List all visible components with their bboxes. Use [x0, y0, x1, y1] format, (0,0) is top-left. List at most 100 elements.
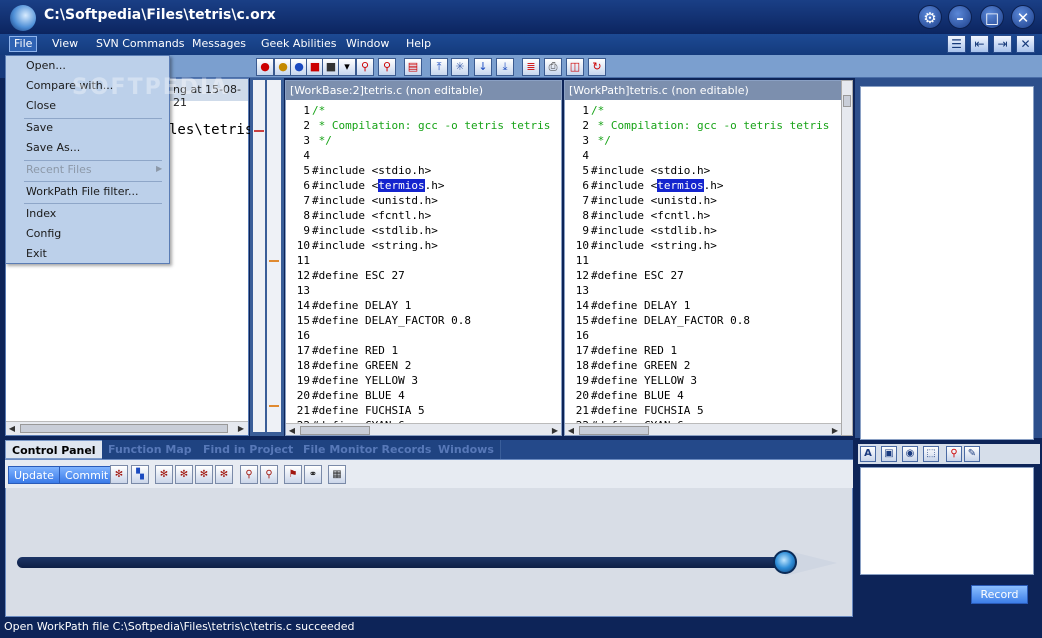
- screenshot-icon[interactable]: ⬚: [923, 446, 939, 462]
- menu-item-close[interactable]: Close: [26, 99, 56, 112]
- search-red-2-icon[interactable]: ⚲: [260, 465, 278, 484]
- layout-right-icon[interactable]: ⇥: [993, 35, 1012, 53]
- scroll-left-icon[interactable]: ◀: [565, 424, 577, 435]
- workbase-code-pane[interactable]: [WorkBase:2]tetris.c (non editable) 1/* 2…: [285, 80, 562, 436]
- line-number: 12: [296, 269, 310, 282]
- line-number: 6: [582, 179, 589, 192]
- svn-action-2-icon[interactable]: ▚: [131, 465, 149, 484]
- layout-close-icon[interactable]: ✕: [1016, 35, 1035, 53]
- next-diff-icon[interactable]: ↓: [474, 58, 492, 76]
- first-diff-icon[interactable]: ⤒: [430, 58, 448, 76]
- tab-function-map[interactable]: Function Map: [102, 440, 199, 459]
- menu-item-save-as[interactable]: Save As...: [26, 141, 80, 154]
- scroll-right-icon[interactable]: ▶: [235, 422, 247, 435]
- menu-item-open[interactable]: Open...: [26, 59, 66, 72]
- right-info-area[interactable]: [860, 86, 1034, 440]
- code-line: 16: [286, 328, 561, 343]
- timeline-knob[interactable]: [773, 550, 797, 574]
- svn-action-3-icon[interactable]: ✻: [155, 465, 173, 484]
- svn-action-1-icon[interactable]: ✻: [110, 465, 128, 484]
- code-line: 7 #include <unistd.h>: [565, 193, 841, 208]
- layout-left-icon[interactable]: ⇤: [970, 35, 989, 53]
- svn-action-5-icon[interactable]: ✻: [195, 465, 213, 484]
- diff-overview-base[interactable]: [253, 80, 265, 432]
- split-icon[interactable]: ◫: [566, 58, 584, 76]
- refresh-icon[interactable]: ↻: [588, 58, 606, 76]
- scroll-thumb[interactable]: [579, 426, 649, 435]
- workpath-hscrollbar[interactable]: ◀ ▶: [565, 423, 841, 435]
- maximize-icon[interactable]: □: [980, 5, 1004, 29]
- tab-windows[interactable]: Windows: [432, 440, 501, 459]
- code-line: 21 #define FUCHSIA 5: [286, 403, 561, 418]
- line-text: #include <string.h>: [591, 239, 717, 252]
- tab-find-in-project[interactable]: Find in Project: [197, 440, 301, 459]
- menu-item-config[interactable]: Config: [26, 227, 61, 240]
- menu-svn-commands[interactable]: SVN Commands: [96, 37, 185, 50]
- search-red-icon[interactable]: ⚲: [240, 465, 258, 484]
- print-icon[interactable]: ⎙: [544, 58, 562, 76]
- menu-item-save[interactable]: Save: [26, 121, 53, 134]
- line-number: 13: [296, 284, 310, 297]
- word-icon[interactable]: ●: [256, 58, 274, 76]
- line-number: 14: [296, 299, 310, 312]
- close-icon[interactable]: ✕: [1011, 5, 1035, 29]
- dropdown-icon[interactable]: ▾: [338, 58, 356, 76]
- line-number: 3: [303, 134, 310, 147]
- code-line: 8 #include <fcntl.h>: [286, 208, 561, 223]
- minimize-icon[interactable]: –: [948, 5, 972, 29]
- list-icon[interactable]: ≣: [522, 58, 540, 76]
- camera-icon[interactable]: ◉: [902, 446, 918, 462]
- font-icon[interactable]: A: [860, 446, 876, 462]
- timeline-track[interactable]: [17, 557, 787, 568]
- menu-item-workpath-file-filter[interactable]: WorkPath File filter...: [26, 185, 139, 198]
- menu-file[interactable]: File: [9, 36, 38, 52]
- menu-geek-abilities[interactable]: Geek Abilities: [261, 37, 336, 50]
- notes-area[interactable]: [860, 467, 1034, 575]
- find-next-icon[interactable]: ⚲: [378, 58, 396, 76]
- scroll-left-icon[interactable]: ◀: [286, 424, 298, 435]
- menu-view[interactable]: View: [52, 37, 78, 50]
- spark-icon[interactable]: ✳: [451, 58, 469, 76]
- record-button[interactable]: Record: [971, 585, 1028, 604]
- link-icon[interactable]: ⚭: [304, 465, 322, 484]
- code-vscrollbar[interactable]: [841, 80, 853, 436]
- pin-icon[interactable]: ⚲: [946, 446, 962, 462]
- gear-icon[interactable]: ⚙: [918, 5, 942, 29]
- line-number: 9: [582, 224, 589, 237]
- menu-item-index[interactable]: Index: [26, 207, 56, 220]
- line-number: 11: [575, 254, 589, 267]
- diff-overview-path[interactable]: [267, 80, 281, 432]
- layout-rows-icon[interactable]: ☰: [947, 35, 966, 53]
- workbase-hscrollbar[interactable]: ◀ ▶: [286, 423, 561, 435]
- workpath-code-pane[interactable]: [WorkPath]tetris.c (non editable) 1/* 2 *…: [564, 80, 842, 436]
- svn-action-4-icon[interactable]: ✻: [175, 465, 193, 484]
- tree-hscrollbar[interactable]: ◀ ▶: [6, 421, 248, 435]
- scroll-thumb[interactable]: [843, 95, 851, 107]
- tab-file-monitor-records[interactable]: File Monitor Records: [297, 440, 439, 459]
- commit-button[interactable]: Commit: [59, 466, 115, 484]
- update-button[interactable]: Update: [8, 466, 60, 484]
- scroll-left-icon[interactable]: ◀: [6, 422, 18, 435]
- line-number: 18: [296, 359, 310, 372]
- menu-help[interactable]: Help: [406, 37, 431, 50]
- calendar-icon[interactable]: ▦: [328, 465, 346, 484]
- line-number: 10: [575, 239, 589, 252]
- menu-item-exit[interactable]: Exit: [26, 247, 47, 260]
- menu-window[interactable]: Window: [346, 37, 389, 50]
- scroll-thumb[interactable]: [300, 426, 370, 435]
- line-text: #define BLUE 4: [591, 389, 684, 402]
- svn-action-6-icon[interactable]: ✻: [215, 465, 233, 484]
- scroll-right-icon[interactable]: ▶: [549, 424, 561, 435]
- scroll-right-icon[interactable]: ▶: [829, 424, 841, 435]
- scroll-thumb[interactable]: [20, 424, 228, 433]
- menu-messages[interactable]: Messages: [192, 37, 246, 50]
- document-icon[interactable]: ▤: [404, 58, 422, 76]
- image-icon[interactable]: ▣: [881, 446, 897, 462]
- code-line: 5 #include <stdio.h>: [565, 163, 841, 178]
- pen-icon[interactable]: ✎: [964, 446, 980, 462]
- find-icon[interactable]: ⚲: [356, 58, 374, 76]
- tab-control-panel[interactable]: Control Panel: [5, 440, 103, 459]
- last-diff-icon[interactable]: ⤓: [496, 58, 514, 76]
- flag-icon[interactable]: ⚑: [284, 465, 302, 484]
- line-number: 4: [303, 149, 310, 162]
